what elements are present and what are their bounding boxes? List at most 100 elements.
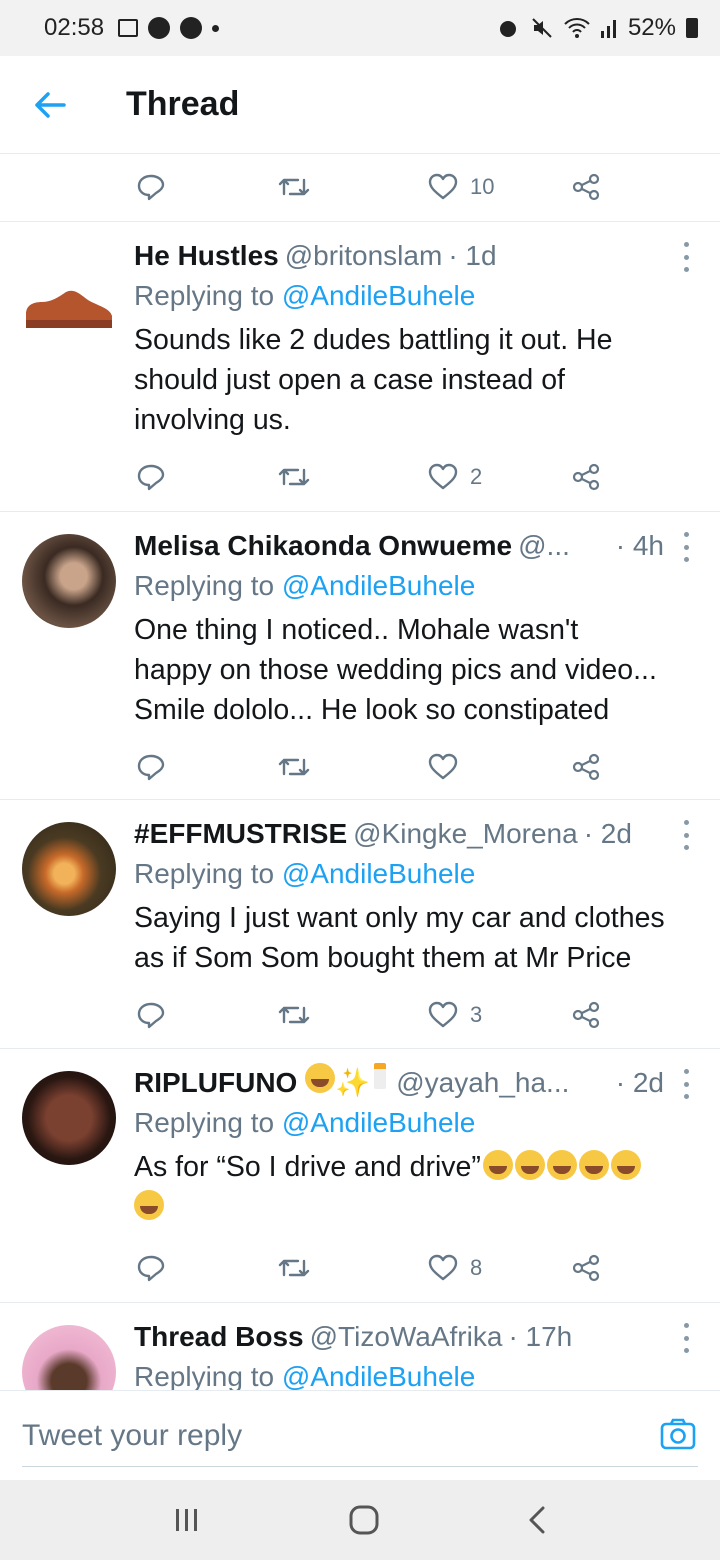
mention-link[interactable]: @AndileBuhele bbox=[282, 280, 475, 311]
back-button[interactable] bbox=[30, 85, 70, 125]
reply-icon bbox=[137, 464, 165, 491]
reply-button[interactable] bbox=[136, 1235, 166, 1301]
tweet-time: · 17h bbox=[508, 1321, 573, 1352]
replying-to: Replying to @AndileBuhele bbox=[134, 854, 698, 894]
retweet-button[interactable] bbox=[278, 154, 310, 220]
avatar[interactable] bbox=[22, 534, 116, 628]
tweet-melisa[interactable]: Melisa Chikaonda Onwueme @... · 4h Replyin… bbox=[0, 511, 720, 799]
home-icon[interactable] bbox=[348, 1504, 380, 1536]
mention-link[interactable]: @AndileBuhele bbox=[282, 570, 475, 601]
reply-icon bbox=[137, 1002, 165, 1029]
more-options-button[interactable] bbox=[674, 1323, 698, 1353]
tweet-actions: 8 bbox=[0, 1235, 720, 1301]
more-notifications-dot-icon bbox=[212, 24, 220, 32]
tweet-actions bbox=[0, 734, 720, 800]
retweet-icon bbox=[278, 758, 310, 776]
tweet-time: · 2d bbox=[583, 818, 632, 849]
wifi-icon bbox=[564, 18, 590, 38]
candle-icon bbox=[374, 1063, 387, 1089]
laughing-emoji-icon bbox=[546, 1150, 577, 1180]
tweet-line: As for “So I drive and drive” bbox=[134, 1151, 481, 1183]
signal-icon bbox=[600, 20, 616, 38]
retweet-icon bbox=[278, 1259, 310, 1277]
status-time: 02:58 bbox=[44, 14, 105, 41]
author-name[interactable]: Thread Boss bbox=[134, 1317, 304, 1357]
tweet-line: happy on those wedding pics and video... bbox=[134, 654, 657, 686]
author-name[interactable]: RIPLUFUNO bbox=[134, 1063, 297, 1103]
emoji-icon bbox=[305, 1063, 336, 1093]
avatar[interactable] bbox=[22, 822, 116, 916]
mention-link[interactable]: @AndileBuhele bbox=[282, 858, 475, 889]
back-nav-icon[interactable] bbox=[527, 1505, 547, 1535]
heart-icon bbox=[428, 1001, 458, 1028]
reply-input[interactable]: Tweet your reply bbox=[22, 1419, 242, 1453]
tweet-he-hustles[interactable]: He Hustles @britonslam · 1d Replying to @A… bbox=[0, 221, 720, 511]
camera-icon[interactable] bbox=[660, 1417, 696, 1451]
tweet-time: · 1d bbox=[448, 240, 497, 271]
tweet-riplufuno[interactable]: RIPLUFUNO ✨ @yayah_ha... · 2d Replying to @… bbox=[0, 1048, 720, 1302]
retweet-button[interactable] bbox=[278, 444, 310, 510]
like-button[interactable]: 8 bbox=[428, 1235, 482, 1301]
retweet-button[interactable] bbox=[278, 734, 310, 800]
share-button[interactable] bbox=[572, 734, 600, 800]
reply-button[interactable] bbox=[136, 982, 166, 1048]
mute-icon bbox=[532, 18, 552, 38]
retweet-button[interactable] bbox=[278, 982, 310, 1048]
like-button[interactable]: 2 bbox=[428, 444, 482, 510]
like-button[interactable] bbox=[428, 734, 470, 800]
reply-button[interactable] bbox=[136, 734, 166, 800]
composer-divider bbox=[22, 1466, 698, 1467]
tweet-effmustrise[interactable]: #EFFMUSTRISE @Kingke_Morena · 2d Replying … bbox=[0, 799, 720, 1048]
share-button[interactable] bbox=[572, 444, 600, 510]
battery-percent: 52% bbox=[627, 14, 676, 41]
system-nav-bar bbox=[0, 1480, 720, 1560]
tweet-line: as if Som Som bought them at Mr Price bbox=[134, 942, 632, 974]
reply-button[interactable] bbox=[136, 154, 166, 220]
replying-prefix: Replying to bbox=[134, 858, 275, 889]
tweet-thread-boss[interactable]: Thread Boss @TizoWaAfrika · 17h Replying t… bbox=[0, 1302, 720, 1390]
tweet-line: Sounds like 2 dudes battling it out. He bbox=[134, 324, 613, 356]
retweet-button[interactable] bbox=[278, 1235, 310, 1301]
tweet-text: Saying I just want only my car and cloth… bbox=[134, 898, 698, 978]
avatar-shoe[interactable] bbox=[22, 252, 116, 346]
share-button[interactable] bbox=[572, 982, 600, 1048]
mention-link[interactable]: @AndileBuhele bbox=[282, 1361, 475, 1390]
reply-icon bbox=[137, 174, 165, 201]
more-options-button[interactable] bbox=[674, 1069, 698, 1099]
recent-apps-icon[interactable] bbox=[173, 1507, 201, 1533]
more-options-button[interactable] bbox=[674, 242, 698, 272]
avatar[interactable] bbox=[22, 1325, 116, 1390]
heart-icon bbox=[428, 173, 458, 200]
author-handle[interactable]: @yayah_ha... bbox=[396, 1063, 569, 1103]
avatar[interactable] bbox=[22, 1071, 116, 1165]
tweet-line: Smile dololo... He look so constipated bbox=[134, 694, 610, 726]
author-name[interactable]: #EFFMUSTRISE bbox=[134, 814, 347, 854]
like-count: 8 bbox=[470, 1255, 483, 1280]
share-button[interactable] bbox=[572, 154, 600, 220]
author-name[interactable]: He Hustles bbox=[134, 236, 279, 276]
more-options-button[interactable] bbox=[674, 532, 698, 562]
replying-to: Replying to @AndileBuhele bbox=[134, 276, 698, 316]
replying-prefix: Replying to bbox=[134, 1361, 275, 1390]
author-handle[interactable]: @TizoWaAfrika bbox=[310, 1317, 503, 1357]
thread-feed[interactable]: 10 He Hustles @britonslam · 1d Replying to… bbox=[0, 154, 720, 1390]
share-button[interactable] bbox=[572, 1235, 600, 1301]
like-button[interactable]: 3 bbox=[428, 982, 482, 1048]
laughing-emoji-icon bbox=[482, 1150, 513, 1180]
more-options-button[interactable] bbox=[674, 820, 698, 850]
tweet-text: As for “So I drive and drive” bbox=[134, 1147, 698, 1227]
reply-button[interactable] bbox=[136, 444, 166, 510]
author-name[interactable]: Melisa Chikaonda Onwueme bbox=[134, 526, 512, 566]
tweet-actions: 2 bbox=[0, 444, 720, 510]
chrome-notification-icon bbox=[148, 17, 171, 39]
tweet-actions: 10 bbox=[0, 154, 720, 220]
replying-prefix: Replying to bbox=[134, 570, 275, 601]
share-icon bbox=[572, 1001, 600, 1029]
share-icon bbox=[572, 173, 600, 201]
author-handle[interactable]: @Kingke_Morena bbox=[353, 814, 578, 854]
mention-link[interactable]: @AndileBuhele bbox=[282, 1107, 475, 1138]
back-arrow-icon bbox=[35, 91, 66, 118]
author-handle[interactable]: @... bbox=[518, 526, 570, 566]
author-handle[interactable]: @britonslam bbox=[285, 236, 443, 276]
like-button[interactable]: 10 bbox=[428, 154, 494, 220]
